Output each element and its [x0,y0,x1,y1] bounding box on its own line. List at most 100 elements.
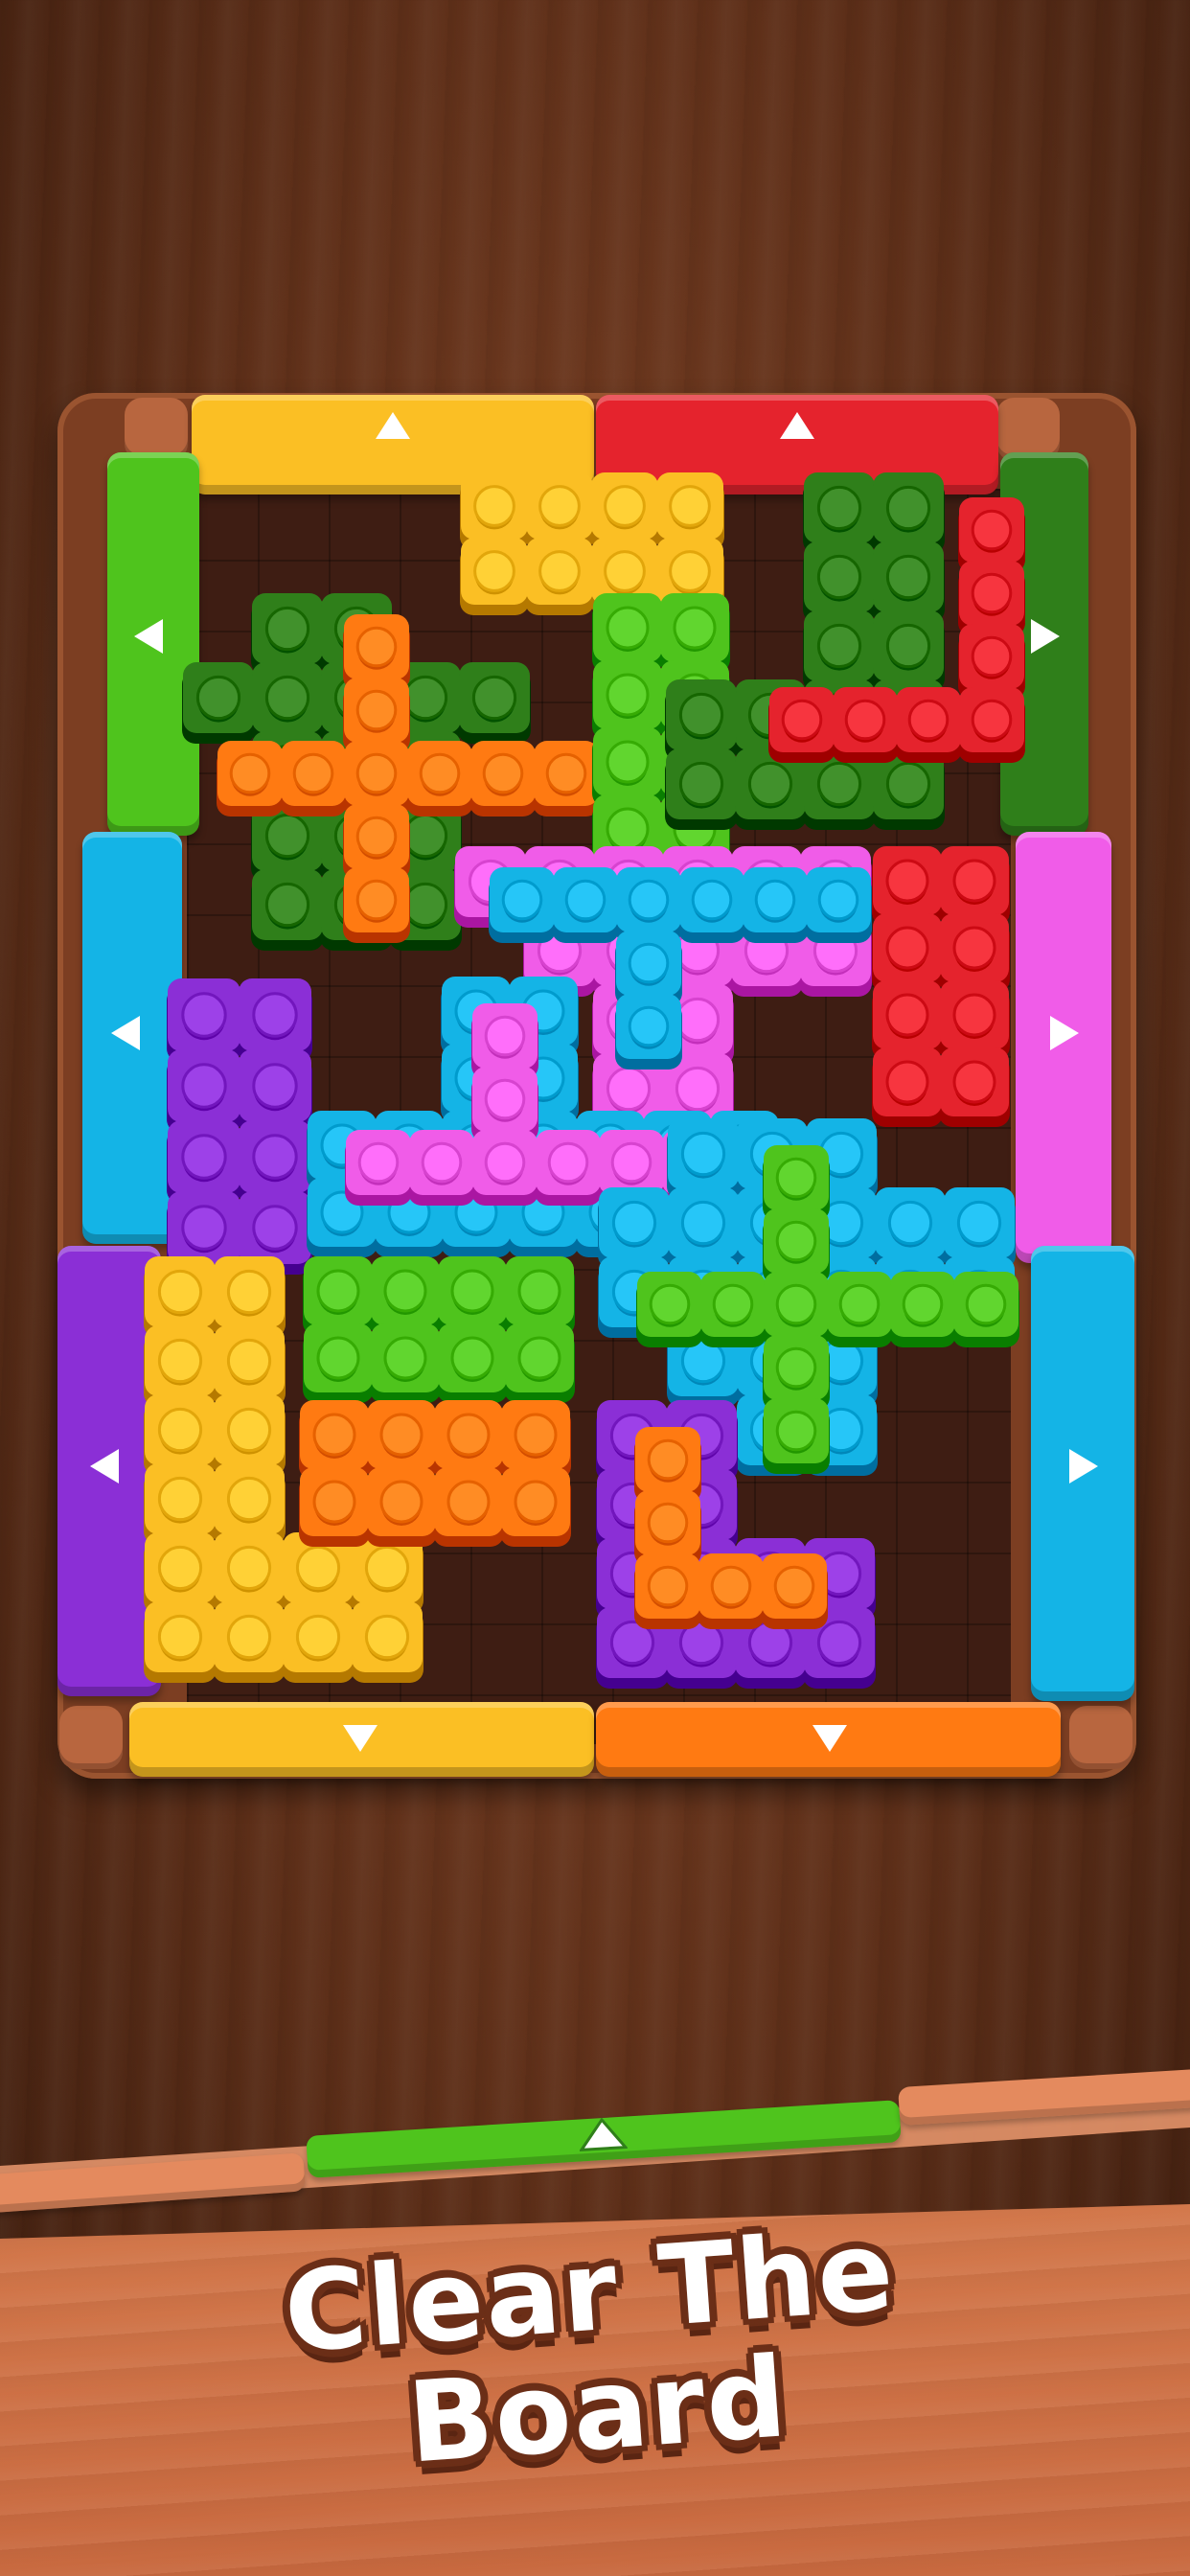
stud [606,740,650,784]
stud [885,485,931,531]
stud [355,626,398,668]
red-block-piece[interactable] [872,846,1010,1127]
orange-bar-piece[interactable] [299,1400,571,1547]
stud [364,1614,410,1660]
stud [773,1565,815,1607]
stud [611,1200,657,1246]
stud [817,879,859,921]
stud [450,1269,494,1313]
stud [971,572,1013,614]
stud [538,485,581,527]
stud [952,993,996,1037]
stud [564,879,606,921]
stud [710,1565,752,1607]
stud [971,635,1013,678]
stud [902,1283,944,1325]
stud [680,1131,726,1177]
stud [402,882,448,928]
stud [295,1614,341,1660]
stud [838,1283,881,1325]
stud [252,992,298,1038]
stud [226,1545,272,1591]
green-bar-lower-piece[interactable] [303,1256,575,1403]
stud [887,1200,933,1246]
stud [610,1141,652,1184]
stud [501,879,543,921]
stud [647,1565,689,1607]
stud [226,1338,272,1384]
stud [971,699,1013,741]
stud [775,1220,817,1262]
stud [775,1346,817,1389]
stud [364,1545,410,1591]
stud [157,1545,203,1591]
stud [669,550,711,592]
stud [421,1141,463,1184]
arrow-up-icon [578,2117,629,2152]
stud [678,761,724,807]
purple-block-piece[interactable] [167,978,312,1275]
stud [252,1063,298,1109]
stud [292,752,334,794]
stud [628,942,670,984]
stud [157,1614,203,1660]
stud [517,1269,561,1313]
stud [316,1336,360,1380]
stud [226,1476,272,1522]
stud [181,992,227,1038]
stud [226,1614,272,1660]
stud [606,673,650,717]
stud [379,1413,423,1457]
stud [604,550,646,592]
stud [956,1200,1002,1246]
stud [482,752,524,794]
stud [604,485,646,527]
stud [647,1438,689,1481]
stud [355,816,398,858]
stud [816,1620,862,1666]
stud [775,1283,817,1325]
stud [473,485,515,527]
stud [628,879,670,921]
stud [181,1205,227,1251]
stud [885,554,931,600]
stud [264,606,310,652]
stud [355,879,398,921]
stud [157,1269,203,1315]
stud [816,554,862,600]
stud [471,675,517,721]
stud [606,606,650,650]
stud [952,1060,996,1104]
stud [885,1060,929,1104]
stud [816,623,862,669]
stud [355,752,398,794]
stud [712,1283,754,1325]
stud [675,997,721,1043]
stud [383,1269,427,1313]
stud [229,752,271,794]
stud [680,1200,726,1246]
stud [226,1269,272,1315]
stud [885,761,931,807]
stud [606,1066,652,1112]
stud [907,699,950,741]
stud [264,675,310,721]
stud [649,1283,691,1325]
stud [885,926,929,970]
stud [357,1141,400,1184]
stud [252,1205,298,1251]
stud [678,692,724,738]
stud [379,1480,423,1524]
stud [545,752,587,794]
caption: Clear The Board [240,2206,950,2525]
stud [402,675,448,721]
stud [312,1413,356,1457]
stud [195,675,241,721]
stud [383,1336,427,1380]
stud [538,550,581,592]
stud [547,1141,589,1184]
stud [775,1410,817,1452]
stud [885,623,931,669]
stud [514,1413,558,1457]
stud [952,926,996,970]
